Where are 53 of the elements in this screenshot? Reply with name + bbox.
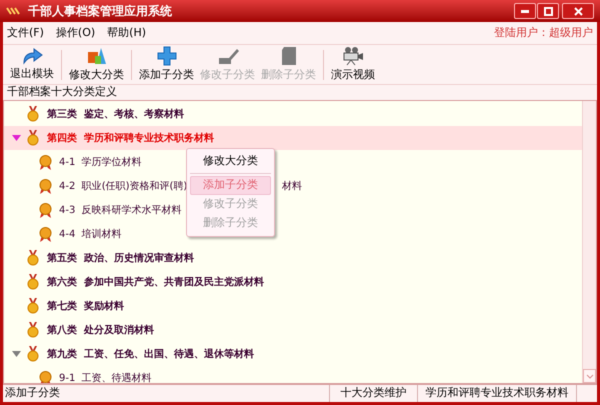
rosette-icon	[39, 226, 52, 242]
expanded-triangle-icon	[12, 351, 21, 357]
tree-item[interactable]: 第四类 学历和评聘专业技术职务材料	[4, 126, 582, 150]
close-button[interactable]	[562, 3, 594, 19]
maximize-button[interactable]	[537, 3, 559, 19]
tree-item[interactable]: 第五类 政治、历史情况审查材料	[4, 246, 582, 270]
status-text: 添加子分类	[4, 385, 61, 402]
rosette-icon	[39, 178, 52, 194]
scrollbar[interactable]	[582, 101, 596, 383]
minimize-button[interactable]	[514, 3, 536, 19]
toolbar-button[interactable]: 添加子分类	[136, 46, 197, 84]
tree-item[interactable]: 第三类 鉴定、考核、考察材料	[4, 102, 582, 126]
medal-icon	[27, 130, 39, 146]
maximize-icon	[544, 6, 552, 16]
medal-icon	[27, 250, 39, 266]
tree-item[interactable]: 第六类 参加中国共产党、共青团及民主党派材料	[4, 270, 582, 294]
login-user-label: 登陆用户：超级用户	[494, 24, 593, 41]
tree-item[interactable]: 4-1 学历学位材料	[59, 154, 142, 170]
tree-item[interactable]: 第七类 奖励材料	[4, 294, 582, 318]
rosette-icon	[39, 370, 52, 383]
rosette-icon	[39, 202, 52, 218]
tree-item[interactable]: 4-3 反映科研学术水平材料	[59, 202, 182, 218]
toolbar-button[interactable]: 退出模块	[7, 46, 57, 84]
document-icon	[280, 46, 298, 66]
tree-item[interactable]: 第九类 工资、任免、出国、待遇、退休等材料	[4, 342, 582, 366]
tree-item[interactable]: 第八类 处分及取消材料	[4, 318, 582, 342]
app-icon	[6, 6, 20, 16]
video-camera-icon	[341, 46, 365, 66]
close-icon	[574, 6, 582, 16]
medal-icon	[27, 298, 39, 314]
menu-item[interactable]: 文件(F)	[7, 24, 44, 42]
section-title: 千部档案十大分类定义	[7, 84, 117, 100]
context-menu-item[interactable]: 修改大分类	[190, 152, 271, 171]
medal-icon	[27, 322, 39, 338]
medal-icon	[27, 346, 39, 362]
menu-item[interactable]: 帮助(H)	[107, 24, 146, 42]
rosette-icon	[39, 154, 52, 170]
chevron-down-icon	[586, 374, 594, 378]
minimize-icon	[521, 10, 529, 12]
expanded-triangle-icon	[12, 135, 21, 141]
medal-icon	[27, 106, 39, 122]
status-text: 学历和评聘专业技术职务材料	[417, 385, 577, 402]
status-text: 十大分类维护	[329, 385, 417, 402]
tree-item-text: 材料	[282, 180, 302, 194]
tree-item[interactable]: 9-1 工资、待遇材料	[59, 370, 152, 383]
toolbar-button[interactable]: 修改大分类	[66, 46, 127, 84]
window-title: 千部人事档案管理应用系统	[28, 3, 172, 20]
plus-icon	[156, 46, 176, 66]
curved-arrow-icon	[21, 46, 43, 65]
tree-item[interactable]: 4-4 培训材料	[59, 226, 122, 242]
menu-item[interactable]: 操作(O)	[56, 24, 96, 42]
toolbar-button[interactable]: 演示视频	[328, 46, 378, 84]
medal-icon	[27, 274, 39, 290]
